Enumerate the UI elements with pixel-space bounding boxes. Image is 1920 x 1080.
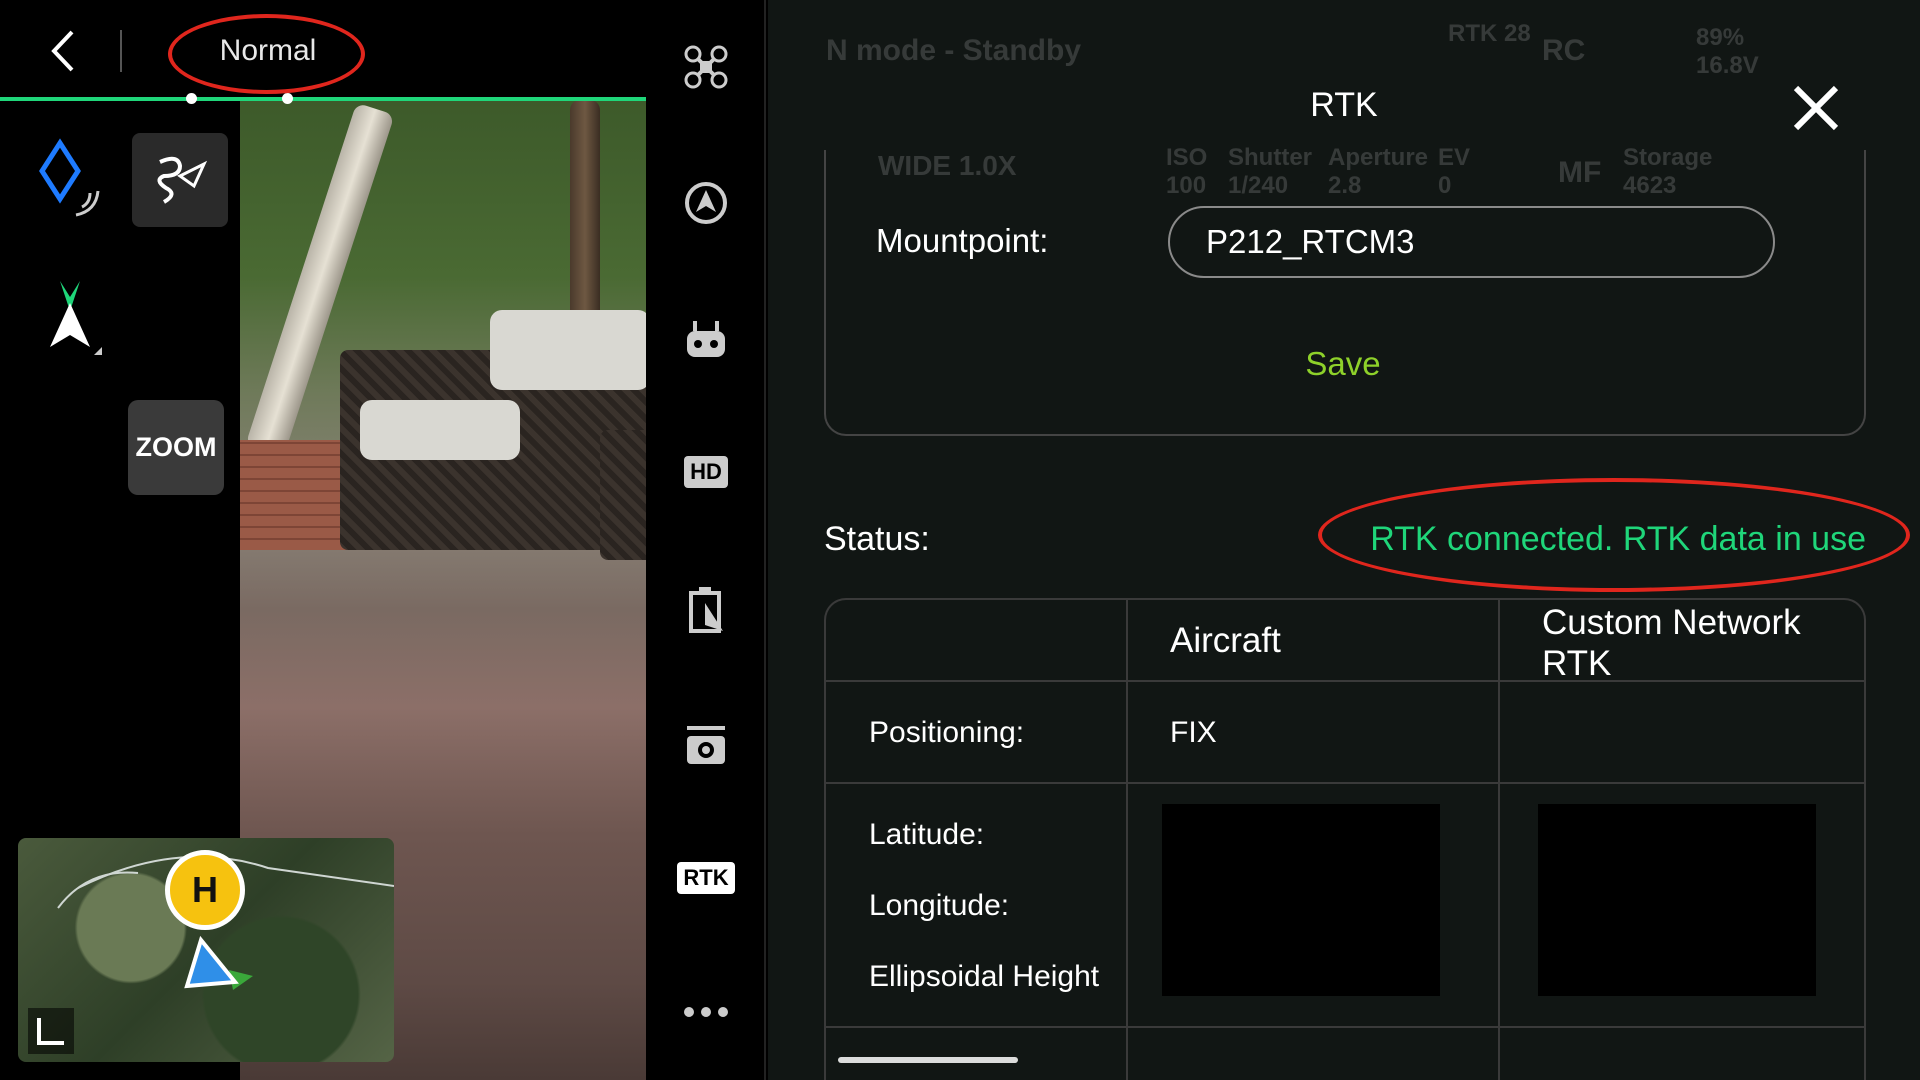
zoom-button[interactable]: ZOOM xyxy=(128,400,224,495)
camera-icon xyxy=(687,726,725,764)
collapse-map-button[interactable] xyxy=(28,1008,74,1054)
redacted-network-coordinates xyxy=(1538,804,1816,996)
battery-icon xyxy=(689,587,723,633)
nav-arrow-icon xyxy=(50,281,102,355)
annotation-circle xyxy=(1318,478,1910,592)
rtk-settings-panel: N mode - Standby RTK 28 RC 89% 16.8V WID… xyxy=(768,0,1920,1080)
mountpoint-label: Mountpoint: xyxy=(876,222,1049,259)
rail-item-rtk[interactable]: RTK xyxy=(646,838,766,918)
navigation-arrow-button[interactable] xyxy=(30,275,110,365)
status-line-marker xyxy=(282,93,293,104)
close-button[interactable] xyxy=(1788,80,1844,136)
camera-view: Normal ZOOM H xyxy=(0,0,646,1080)
chair-cushion xyxy=(360,400,520,460)
rail-item-battery[interactable] xyxy=(646,570,766,650)
drone-icon xyxy=(684,45,728,89)
column-header-aircraft: Aircraft xyxy=(1170,621,1281,660)
chair-cushion xyxy=(490,310,646,390)
annotation-circle xyxy=(168,14,365,94)
row-label-latitude: Latitude: xyxy=(869,818,985,851)
column-header-network-rtk: Custom Network RTK xyxy=(1542,603,1801,683)
status-line-marker xyxy=(186,93,197,104)
status-label: Status: xyxy=(824,520,930,558)
more-icon xyxy=(684,1007,728,1017)
rail-item-obstacle-sensing[interactable] xyxy=(646,163,766,243)
hud-rtk-count: RTK 28 xyxy=(1448,20,1531,47)
rail-item-camera[interactable] xyxy=(646,705,766,785)
table-divider xyxy=(1498,600,1500,1080)
close-icon xyxy=(1793,85,1839,131)
minimap[interactable]: H xyxy=(18,838,394,1062)
table-divider xyxy=(826,1026,1866,1028)
save-button[interactable]: Save xyxy=(1218,345,1468,395)
rail-item-more[interactable] xyxy=(646,972,766,1052)
table-divider xyxy=(826,782,1866,784)
table-divider xyxy=(1126,600,1128,1080)
remote-controller-icon xyxy=(687,321,725,357)
collapse-icon xyxy=(37,1018,64,1045)
hud-rc-label: RC xyxy=(1542,34,1586,67)
hud-mode-status: N mode - Standby xyxy=(826,34,1082,67)
rail-item-aircraft[interactable] xyxy=(646,27,766,107)
hd-icon: HD xyxy=(684,456,728,488)
rail-item-hd[interactable]: HD xyxy=(646,432,766,512)
aircraft-location-icon xyxy=(183,930,263,1005)
rail-item-remote-controller[interactable] xyxy=(646,300,766,380)
trajectory-button[interactable] xyxy=(132,133,228,227)
hud-battery: 89% 16.8V xyxy=(1696,24,1759,79)
positioning-aircraft-value: FIX xyxy=(1170,716,1217,749)
back-arrow-icon xyxy=(51,30,74,72)
rtk-data-table: Aircraft Custom Network RTK Positioning:… xyxy=(824,598,1866,1080)
waypoint-button[interactable] xyxy=(30,135,110,225)
panel-title: RTK xyxy=(1310,86,1378,124)
row-label-longitude: Longitude: xyxy=(869,889,1010,922)
aircraft-status-icon xyxy=(685,182,727,224)
divider xyxy=(120,30,122,72)
rtk-icon: RTK xyxy=(677,862,735,894)
row-label-ellipsoidal-height: Ellipsoidal Height xyxy=(869,960,1100,993)
home-point-marker: H xyxy=(165,850,245,930)
patio-chair xyxy=(600,430,646,560)
home-indicator-bar[interactable] xyxy=(838,1057,1018,1063)
redacted-aircraft-coordinates xyxy=(1162,804,1440,996)
mountpoint-input[interactable] xyxy=(1168,206,1775,278)
settings-nav-rail: HD RTK xyxy=(646,0,766,1080)
row-label-positioning: Positioning: xyxy=(869,716,1025,749)
waypoint-icon xyxy=(39,138,100,217)
back-button[interactable] xyxy=(42,28,82,74)
status-line xyxy=(0,97,646,101)
trajectory-icon xyxy=(157,156,208,204)
